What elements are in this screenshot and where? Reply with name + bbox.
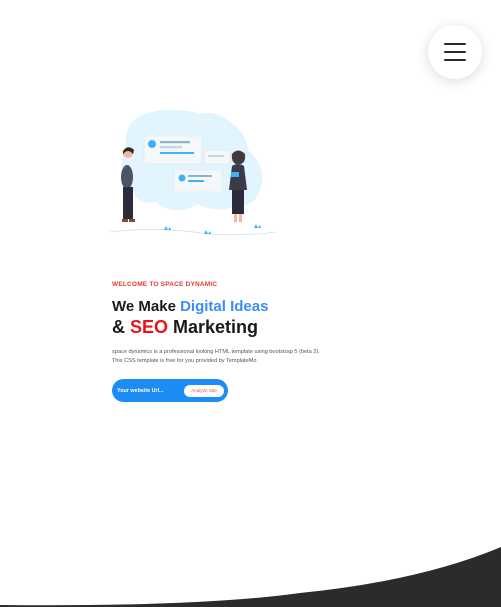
footer-wave-shape [0, 547, 501, 607]
menu-bar [444, 51, 466, 53]
headline-text: & [112, 317, 130, 337]
hero-section: WELCOME TO SPACE DYNAMIC We Make Digital… [112, 278, 342, 366]
menu-bar [444, 59, 466, 61]
headline-accent-red: SEO [130, 317, 169, 337]
headline-text: We Make [112, 298, 181, 315]
hero-eyebrow: WELCOME TO SPACE DYNAMIC [112, 281, 218, 288]
website-analyze-form: Analyze Site [112, 379, 228, 402]
analyze-site-button[interactable]: Analyze Site [184, 384, 224, 397]
headline-accent-blue: Digital Ideas [180, 298, 269, 315]
headline-line-2: & SEO Marketing [112, 317, 342, 338]
hero-illustration [109, 110, 277, 236]
website-url-input[interactable] [117, 387, 177, 394]
menu-bar [444, 43, 466, 45]
menu-toggle-button[interactable] [428, 25, 482, 79]
hero-description: space dynamics is a professional looking… [112, 349, 320, 364]
hero-headline: We Make Digital Ideas & SEO Marketing [112, 296, 342, 338]
headline-line-1: We Make Digital Ideas [112, 296, 342, 317]
headline-text: Marketing [168, 317, 259, 337]
